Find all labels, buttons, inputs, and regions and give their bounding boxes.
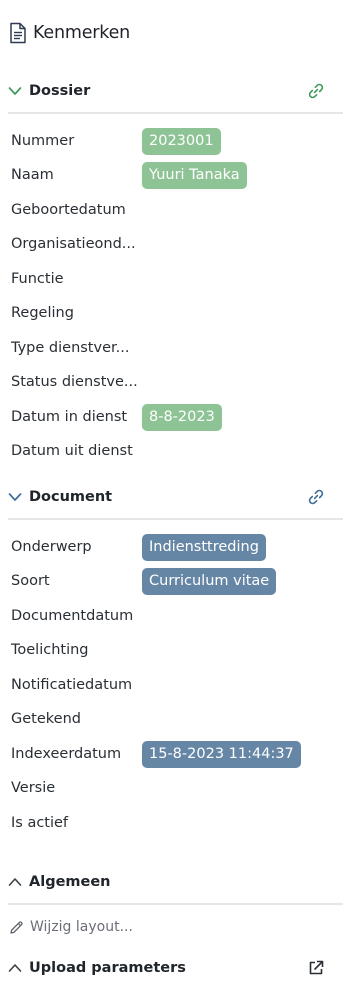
edit-layout-link[interactable]: Wijzig layout...: [9, 916, 133, 938]
chevron-down-icon[interactable]: [8, 490, 22, 504]
chevron-down-icon[interactable]: [8, 84, 22, 98]
section-header-algemeen[interactable]: Algemeen: [8, 870, 343, 894]
field-label: Onderwerp: [11, 539, 92, 555]
link-icon[interactable]: [307, 488, 325, 506]
field-row-datum-in-dienst: Datum in dienst 8-8-2023: [11, 402, 341, 432]
field-label: Documentdatum: [11, 608, 134, 624]
section-title-dossier: Dossier: [29, 83, 91, 99]
field-row-datum-uit-dienst: Datum uit dienst: [11, 436, 341, 466]
section-divider: [8, 518, 343, 520]
pencil-icon: [9, 920, 24, 935]
chevron-up-icon[interactable]: [8, 961, 22, 975]
field-label: Versie: [11, 780, 56, 796]
field-row-organisatieonderdeel: Organisatieond...: [11, 229, 341, 259]
section-divider: [8, 112, 343, 114]
field-label: Datum uit dienst: [11, 443, 133, 459]
field-value-badge: 2023001: [142, 127, 221, 155]
panel-header: Kenmerken: [9, 20, 130, 46]
section-title-upload-parameters: Upload parameters: [29, 960, 186, 976]
field-row-geboortedatum: Geboortedatum: [11, 195, 341, 225]
field-label: Functie: [11, 271, 64, 287]
external-link-icon[interactable]: [307, 959, 325, 977]
field-label: Geboortedatum: [11, 202, 126, 218]
field-row-status-dienstverband: Status dienstve...: [11, 367, 341, 397]
field-label: Soort: [11, 573, 50, 589]
field-value-badge: 8-8-2023: [142, 403, 222, 431]
field-label: Organisatieond...: [11, 236, 136, 252]
link-icon[interactable]: [307, 82, 325, 100]
section-header-upload-parameters[interactable]: Upload parameters: [8, 956, 343, 980]
section-header-dossier[interactable]: Dossier: [8, 79, 343, 103]
field-label: Type dienstver...: [11, 340, 130, 356]
field-label: Getekend: [11, 711, 81, 727]
field-row-soort: Soort Curriculum vitae: [11, 566, 341, 596]
field-label: Indexeerdatum: [11, 746, 122, 762]
section-title-algemeen: Algemeen: [29, 874, 111, 890]
field-label: Status dienstve...: [11, 374, 138, 390]
field-label: Nummer: [11, 133, 75, 149]
field-row-is-actief: Is actief: [11, 808, 341, 838]
field-row-documentdatum: Documentdatum: [11, 601, 341, 631]
field-value-badge: Curriculum vitae: [142, 567, 277, 595]
field-value-badge: 15-8-2023 11:44:37: [142, 740, 301, 768]
field-row-notificatiedatum: Notificatiedatum: [11, 670, 341, 700]
document-icon: [9, 22, 27, 44]
field-label: Naam: [11, 167, 54, 183]
chevron-up-icon[interactable]: [8, 875, 22, 889]
field-label: Is actief: [11, 815, 69, 831]
field-label: Regeling: [11, 305, 74, 321]
field-value-badge: Yuuri Tanaka: [142, 161, 247, 189]
section-divider: [8, 903, 343, 905]
field-row-naam: Naam Yuuri Tanaka: [11, 160, 341, 190]
field-row-onderwerp: Onderwerp Indiensttreding: [11, 532, 341, 562]
section-title-document: Document: [29, 489, 113, 505]
field-value-badge: Indiensttreding: [142, 533, 266, 561]
field-row-regeling: Regeling: [11, 298, 341, 328]
field-row-indexeerdatum: Indexeerdatum 15-8-2023 11:44:37: [11, 739, 341, 769]
field-label: Notificatiedatum: [11, 677, 133, 693]
field-row-type-dienstverband: Type dienstver...: [11, 333, 341, 363]
field-row-functie: Functie: [11, 264, 341, 294]
field-row-versie: Versie: [11, 773, 341, 803]
edit-layout-label: Wijzig layout...: [30, 919, 133, 935]
field-row-getekend: Getekend: [11, 704, 341, 734]
field-row-nummer: Nummer 2023001: [11, 126, 341, 156]
field-label: Toelichting: [11, 642, 89, 658]
section-header-document[interactable]: Document: [8, 485, 343, 509]
field-label: Datum in dienst: [11, 409, 128, 425]
field-row-toelichting: Toelichting: [11, 635, 341, 665]
panel-title: Kenmerken: [33, 23, 131, 43]
